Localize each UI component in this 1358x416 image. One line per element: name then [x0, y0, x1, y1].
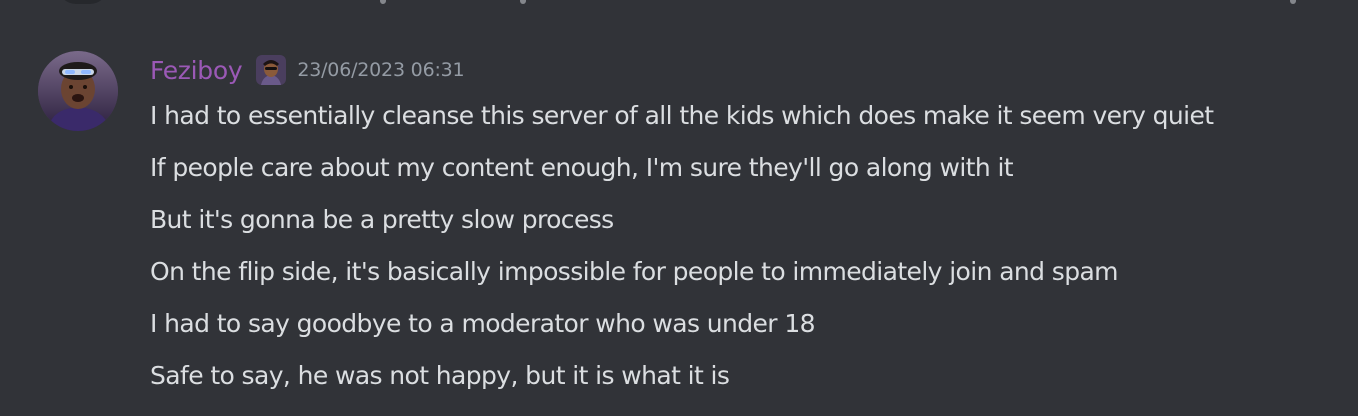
- previous-message-fragment: [0, 0, 1358, 8]
- message-line: On the flip side, it's basically impossi…: [150, 257, 1119, 286]
- message-line: I had to essentially cleanse this server…: [150, 101, 1214, 130]
- message-timestamp[interactable]: 23/06/2023 06:31: [297, 59, 464, 81]
- user-avatar[interactable]: [38, 51, 118, 131]
- message-line: Safe to say, he was not happy, but it is…: [150, 361, 730, 390]
- role-icon-image: [256, 55, 287, 85]
- message-header: Feziboy 23/06/2023 06:31: [150, 52, 465, 88]
- username[interactable]: Feziboy: [150, 56, 243, 85]
- message-line: But it's gonna be a pretty slow process: [150, 205, 614, 234]
- previous-text-fragment: [520, 0, 526, 4]
- previous-text-fragment: [1290, 0, 1296, 4]
- role-avatar-icon[interactable]: [255, 54, 287, 86]
- message-line: I had to say goodbye to a moderator who …: [150, 309, 816, 338]
- previous-text-fragment: [380, 0, 386, 4]
- message-content: I had to essentially cleanse this server…: [150, 96, 1350, 408]
- message-line: If people care about my content enough, …: [150, 153, 1014, 182]
- avatar-image: [38, 51, 118, 131]
- previous-avatar-fragment: [58, 0, 108, 4]
